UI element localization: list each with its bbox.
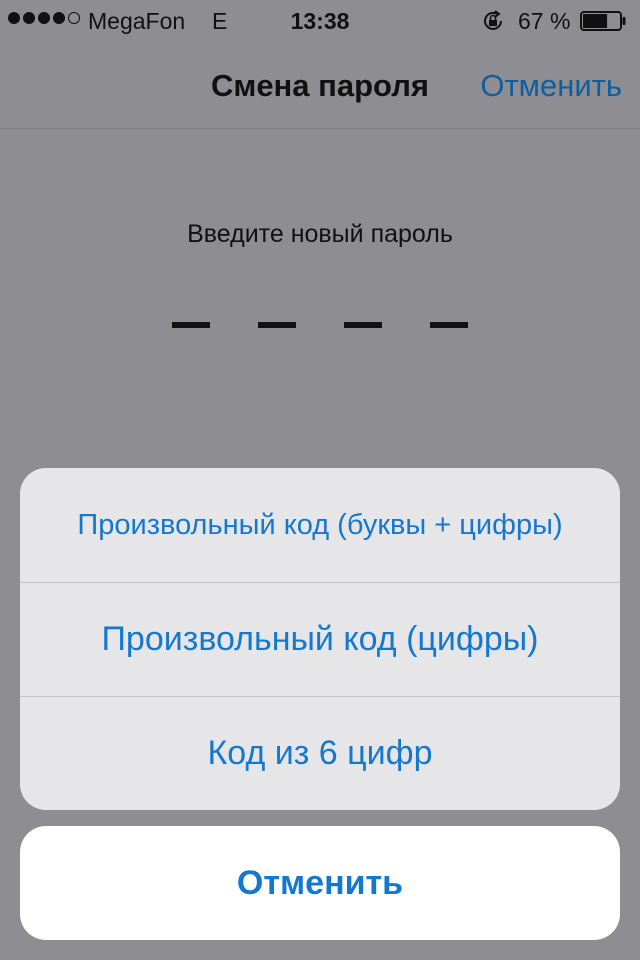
passcode-prompt: Введите новый пароль [187, 220, 453, 248]
battery-percentage: 67 % [518, 8, 571, 34]
passcode-digit-placeholder [430, 322, 468, 328]
status-bar: MegaFon E 13:38 67 % [0, 0, 640, 40]
passcode-options-sheet: Произвольный код (буквы + цифры) Произво… [20, 468, 620, 810]
nav-cancel-button[interactable]: Отменить [480, 68, 622, 104]
battery-icon [580, 11, 626, 31]
sheet-cancel-button[interactable]: Отменить [20, 826, 620, 940]
rotation-lock-icon [484, 10, 502, 30]
passcode-digit-placeholder [172, 322, 210, 328]
navigation-bar: Смена пароля Отменить [0, 40, 640, 129]
passcode-digit-placeholder [344, 322, 382, 328]
passcode-digit-placeholder [258, 322, 296, 328]
passcode-entry[interactable] [172, 322, 468, 328]
option-numeric-code[interactable]: Произвольный код (цифры) [20, 582, 620, 696]
option-alphanumeric-code[interactable]: Произвольный код (буквы + цифры) [20, 468, 620, 582]
battery-level [583, 14, 608, 28]
option-6-digit-code[interactable]: Код из 6 цифр [20, 696, 620, 810]
